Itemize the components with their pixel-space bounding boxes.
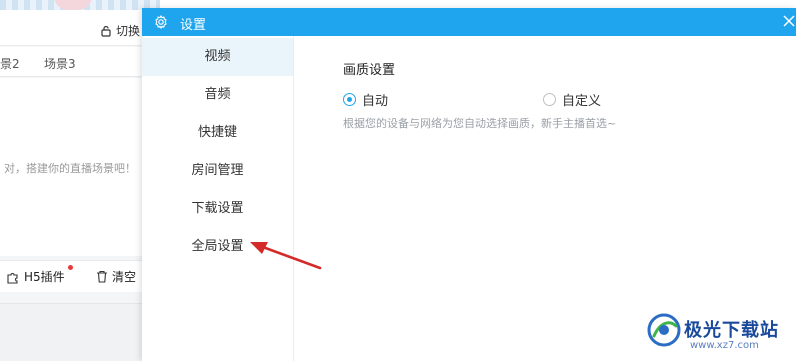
tab-scene-2[interactable]: 景2 xyxy=(0,55,20,72)
radio-auto-indicator xyxy=(343,93,356,106)
notification-dot xyxy=(68,265,73,270)
radio-custom-indicator xyxy=(543,93,556,106)
radio-custom[interactable]: 自定义 xyxy=(543,90,601,109)
quality-settings-title: 画质设置 xyxy=(343,63,396,78)
scene-tabs xyxy=(0,47,160,77)
annotation-arrow xyxy=(250,242,322,270)
empty-scene-hint: 对，搭建你的直播场景吧！ xyxy=(4,162,136,175)
puzzle-icon xyxy=(7,272,18,284)
gear-icon xyxy=(155,15,167,29)
nav-item-audio[interactable]: 音频 xyxy=(142,76,293,114)
h5-plugin-button[interactable]: H5插件 xyxy=(6,268,65,285)
clear-button[interactable]: 清空 xyxy=(96,268,136,285)
nav-item-room-management[interactable]: 房间管理 xyxy=(142,152,293,190)
close-icon[interactable] xyxy=(782,14,796,28)
watermark-logo xyxy=(647,313,681,347)
settings-dialog: 设置 视频 音频 快捷键 房间管理 下载设置 全局设置 画质设置 自动 自定义 … xyxy=(142,8,796,361)
switch-button[interactable]: 切换 xyxy=(100,22,140,39)
lock-icon xyxy=(101,25,111,37)
watermark-url: www.xz7.com xyxy=(690,340,759,351)
tab-scene-3[interactable]: 场景3 xyxy=(44,55,76,72)
app-footer xyxy=(0,303,160,361)
clear-label: 清空 xyxy=(112,270,137,284)
nav-item-download-settings[interactable]: 下载设置 xyxy=(142,190,293,228)
settings-nav: 视频 音频 快捷键 房间管理 下载设置 全局设置 xyxy=(142,36,294,361)
nav-item-shortcuts[interactable]: 快捷键 xyxy=(142,114,293,152)
dialog-title: 设置 xyxy=(180,18,207,33)
dialog-titlebar[interactable]: 设置 xyxy=(142,8,796,36)
h5-plugin-label: H5插件 xyxy=(24,270,65,284)
radio-custom-label: 自定义 xyxy=(562,94,602,109)
quality-hint: 根据您的设备与网络为您自动选择画质，新手主播首选~ xyxy=(343,117,617,130)
radio-auto-label: 自动 xyxy=(362,94,389,109)
settings-content: 画质设置 自动 自定义 根据您的设备与网络为您自动选择画质，新手主播首选~ xyxy=(294,36,796,361)
trash-icon xyxy=(97,270,107,283)
watermark-brand: 极光下载站 xyxy=(684,320,779,341)
radio-auto[interactable]: 自动 xyxy=(343,90,388,109)
background-app: 切换 景2 场景3 对，搭建你的直播场景吧！ H5插件 清空 xyxy=(0,0,160,361)
nav-item-video[interactable]: 视频 xyxy=(142,38,293,76)
switch-label: 切换 xyxy=(116,24,141,38)
